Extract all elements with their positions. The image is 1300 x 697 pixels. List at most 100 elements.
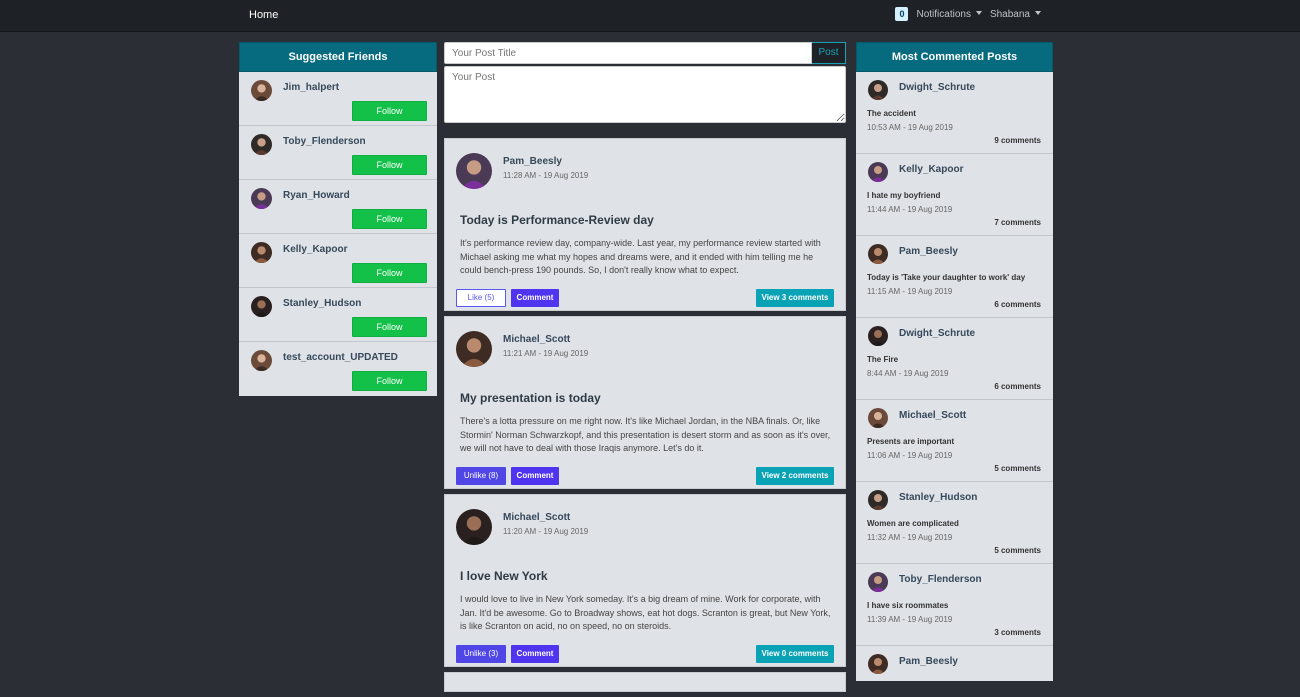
post-author[interactable]: Pam_Beesly (899, 656, 958, 667)
post-title: Presents are important (867, 437, 955, 446)
user-name: Shabana (989, 8, 1030, 20)
post-card (444, 672, 846, 692)
avatar[interactable] (868, 572, 888, 592)
post-author[interactable]: Stanley_Hudson (899, 492, 977, 503)
avatar[interactable] (251, 350, 272, 371)
avatar[interactable] (456, 153, 492, 189)
avatar[interactable] (251, 188, 272, 209)
avatar[interactable] (251, 242, 272, 263)
avatar[interactable] (868, 490, 888, 510)
post-author[interactable]: Michael_Scott (899, 410, 966, 421)
friend-item: Jim_halpert Follow (239, 72, 437, 126)
nav-right: 0 Notifications Shabana (895, 7, 1041, 21)
avatar[interactable] (251, 296, 272, 317)
post-timestamp: 10:53 AM - 19 Aug 2019 (867, 123, 953, 132)
post-body: I would love to live in New York someday… (460, 594, 831, 631)
post-timestamp: 11:15 AM - 19 Aug 2019 (867, 287, 953, 296)
comment-button[interactable]: Comment (511, 645, 559, 663)
post-title: I hate my boyfriend (867, 191, 941, 200)
post-title-input[interactable] (444, 42, 812, 64)
avatar[interactable] (868, 326, 888, 346)
post-title: The Fire (867, 355, 899, 364)
post-button[interactable]: Post (812, 42, 846, 64)
friend-name[interactable]: Stanley_Hudson (283, 298, 361, 309)
avatar[interactable] (456, 509, 492, 545)
chevron-down-icon (1035, 10, 1041, 15)
follow-button[interactable]: Follow (352, 317, 427, 337)
post-author[interactable]: Pam_Beesly (899, 246, 958, 257)
view-comments-button[interactable]: View 0 comments (756, 645, 834, 663)
post-body-input[interactable] (444, 66, 846, 123)
post-body: There's a lotta pressure on me right now… (460, 416, 831, 453)
avatar[interactable] (868, 162, 888, 182)
most-commented-item[interactable]: Dwight_Schrute The Fire 8:44 AM - 19 Aug 2… (856, 318, 1053, 400)
follow-button[interactable]: Follow (352, 155, 427, 175)
post-author[interactable]: Dwight_Schrute (899, 328, 975, 339)
post-timestamp: 11:21 AM - 19 Aug 2019 (503, 349, 589, 358)
friend-name[interactable]: Jim_halpert (283, 82, 339, 93)
most-commented-item[interactable]: Kelly_Kapoor I hate my boyfriend 11:44 AM … (856, 154, 1053, 236)
comment-count: 5 comments (994, 546, 1041, 555)
suggested-friends-title: Suggested Friends (239, 42, 437, 72)
like-button[interactable]: Unlike (8) (456, 467, 506, 485)
friend-name[interactable]: Kelly_Kapoor (283, 244, 347, 255)
post-title: Women are complicated (867, 519, 959, 528)
post-timestamp: 11:39 AM - 19 Aug 2019 (867, 615, 953, 624)
view-comments-button[interactable]: View 2 comments (756, 467, 834, 485)
most-commented-item[interactable]: Toby_Flenderson I have six roommates 11:39… (856, 564, 1053, 646)
post-author[interactable]: Toby_Flenderson (899, 574, 982, 585)
top-navbar: Home 0 Notifications Shabana (0, 0, 1300, 32)
friend-item: test_account_UPDATED Follow (239, 342, 437, 396)
most-commented-item[interactable]: Pam_Beesly Today is 'Take your daughter t… (856, 236, 1053, 318)
most-commented-item[interactable]: Dwight_Schrute The accident 10:53 AM - 19 … (856, 72, 1053, 154)
chevron-down-icon (975, 10, 982, 15)
post-author[interactable]: Michael_Scott (503, 334, 570, 345)
post-title: I have six roommates (867, 601, 949, 610)
comment-button[interactable]: Comment (511, 467, 559, 485)
posts-list: Pam_Beesly 11:28 AM - 19 Aug 2019 Today is… (444, 138, 846, 697)
view-comments-button[interactable]: View 3 comments (756, 289, 834, 307)
most-commented-item[interactable]: Michael_Scott Presents are important 11:06… (856, 400, 1053, 482)
post-timestamp: 11:28 AM - 19 Aug 2019 (503, 171, 589, 180)
post-author[interactable]: Michael_Scott (503, 512, 570, 523)
post-title: Today is 'Take your daughter to work' da… (867, 273, 1026, 282)
comment-count: 6 comments (994, 382, 1041, 391)
nav-home-link[interactable]: Home (249, 9, 278, 21)
avatar[interactable] (868, 654, 888, 674)
follow-button[interactable]: Follow (352, 101, 427, 121)
most-commented-item[interactable]: Pam_Beesly (856, 646, 1053, 681)
comment-count: 6 comments (994, 300, 1041, 309)
post-author[interactable]: Dwight_Schrute (899, 82, 975, 93)
friend-name[interactable]: test_account_UPDATED (283, 352, 398, 363)
comment-count: 9 comments (994, 136, 1041, 145)
post-timestamp: 11:06 AM - 19 Aug 2019 (867, 451, 953, 460)
user-dropdown[interactable]: Shabana (990, 9, 1041, 20)
post-card: Michael_Scott 11:21 AM - 19 Aug 2019 My pr… (444, 316, 846, 489)
like-button[interactable]: Like (5) (456, 289, 506, 307)
friend-name[interactable]: Ryan_Howard (283, 190, 350, 201)
post-author[interactable]: Pam_Beesly (503, 156, 562, 167)
avatar[interactable] (251, 80, 272, 101)
post-timestamp: 11:44 AM - 19 Aug 2019 (867, 205, 953, 214)
follow-button[interactable]: Follow (352, 209, 427, 229)
post-author[interactable]: Kelly_Kapoor (899, 164, 963, 175)
avatar[interactable] (868, 244, 888, 264)
avatar[interactable] (456, 331, 492, 367)
like-button[interactable]: Unlike (3) (456, 645, 506, 663)
friend-item: Stanley_Hudson Follow (239, 288, 437, 342)
post-body: It's performance review day, company-wid… (460, 238, 821, 275)
post-card: Pam_Beesly 11:28 AM - 19 Aug 2019 Today is… (444, 138, 846, 311)
post-composer-row: Post (444, 42, 846, 64)
comment-button[interactable]: Comment (511, 289, 559, 307)
post-timestamp: 11:32 AM - 19 Aug 2019 (867, 533, 953, 542)
friend-item: Kelly_Kapoor Follow (239, 234, 437, 288)
avatar[interactable] (868, 80, 888, 100)
follow-button[interactable]: Follow (352, 263, 427, 283)
avatar[interactable] (251, 134, 272, 155)
notifications-dropdown[interactable]: Notifications (916, 9, 982, 20)
feed-column: Post Pam_Beesly 11:28 AM - 19 Aug 2019 Tod… (444, 42, 846, 692)
friend-name[interactable]: Toby_Flenderson (283, 136, 366, 147)
avatar[interactable] (868, 408, 888, 428)
follow-button[interactable]: Follow (352, 371, 427, 391)
most-commented-item[interactable]: Stanley_Hudson Women are complicated 11:32… (856, 482, 1053, 564)
